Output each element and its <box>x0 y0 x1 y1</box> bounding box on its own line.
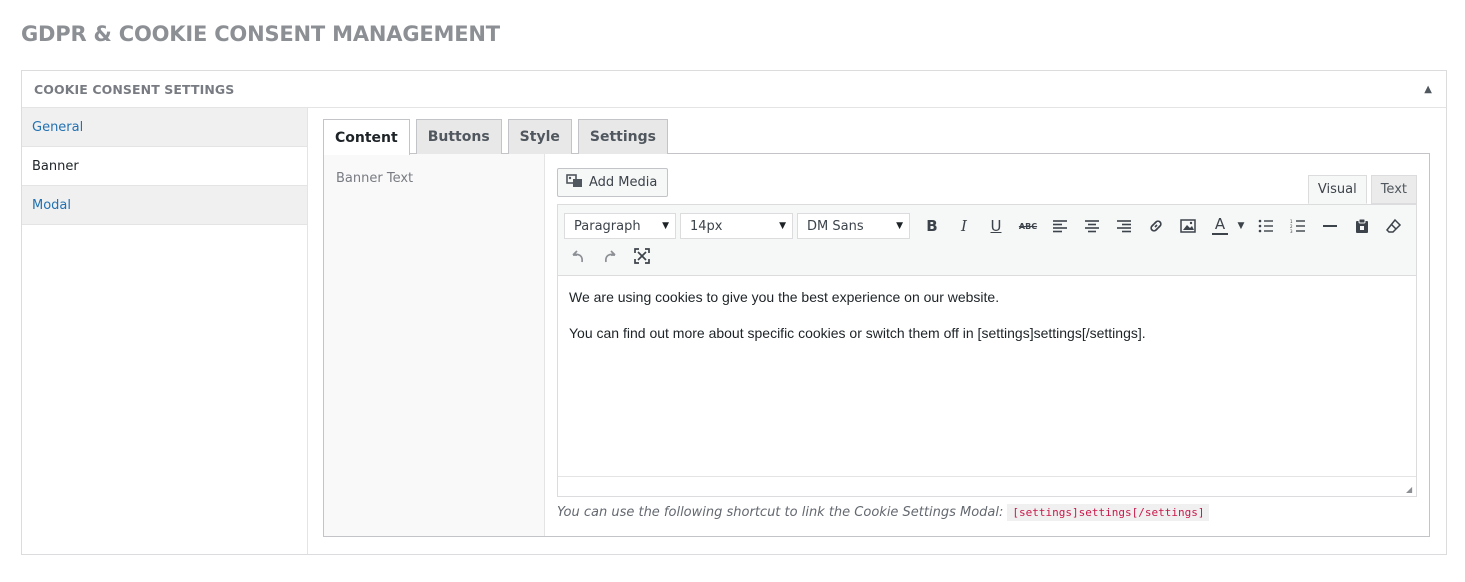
redo-icon[interactable] <box>596 242 624 270</box>
banner-text-label: Banner Text <box>336 171 414 186</box>
settings-sidebar: General Banner Modal <box>22 108 308 554</box>
bullet-list-icon[interactable] <box>1252 212 1280 240</box>
svg-text:3: 3 <box>1290 229 1293 233</box>
cookie-consent-settings-panel: COOKIE CONSENT SETTINGS ▲ General Banner… <box>21 70 1447 555</box>
italic-icon[interactable]: I <box>950 212 978 240</box>
align-right-icon[interactable] <box>1110 212 1138 240</box>
clear-formatting-icon[interactable] <box>1380 212 1408 240</box>
editor-tab-text[interactable]: Text <box>1370 175 1417 204</box>
format-select-value: Paragraph <box>574 218 641 234</box>
resize-handle-icon[interactable]: ◢ <box>1406 486 1414 494</box>
tab-panel-content: Banner Text Add Media Visual Text Paragr… <box>323 153 1430 537</box>
sidebar-item-banner[interactable]: Banner <box>22 147 307 186</box>
numbered-list-icon[interactable]: 123 <box>1284 212 1312 240</box>
page-title: GDPR & COOKIE CONSENT MANAGEMENT <box>21 22 500 46</box>
media-icon <box>566 173 583 193</box>
sidebar-item-general[interactable]: General <box>22 108 307 147</box>
editor-status-bar: ◢ <box>558 476 1416 496</box>
add-media-button[interactable]: Add Media <box>557 168 669 197</box>
align-left-icon[interactable] <box>1046 212 1074 240</box>
undo-icon[interactable] <box>564 242 592 270</box>
shortcut-hint-text: You can use the following shortcut to li… <box>557 505 1004 520</box>
editor-paragraph: We are using cookies to give you the bes… <box>569 289 1000 305</box>
editor-tab-visual[interactable]: Visual <box>1307 175 1367 204</box>
font-family-value: DM Sans <box>807 218 864 234</box>
bold-icon[interactable]: B <box>918 212 946 240</box>
paste-text-icon[interactable] <box>1348 212 1376 240</box>
add-media-label: Add Media <box>589 175 658 190</box>
fullscreen-icon[interactable] <box>628 242 656 270</box>
panel-header[interactable]: COOKIE CONSENT SETTINGS ▲ <box>22 71 1446 108</box>
tab-settings[interactable]: Settings <box>577 119 668 154</box>
text-color-dropdown-icon[interactable]: ▼ <box>1234 212 1248 240</box>
chevron-down-icon: ▼ <box>662 221 669 231</box>
shortcut-hint: You can use the following shortcut to li… <box>557 504 1417 521</box>
editor-toolbar: Paragraph ▼ 14px ▼ DM Sans ▼ B I U ABC A… <box>558 205 1416 276</box>
align-center-icon[interactable] <box>1078 212 1106 240</box>
sidebar-item-modal[interactable]: Modal <box>22 186 307 225</box>
rich-text-editor: Paragraph ▼ 14px ▼ DM Sans ▼ B I U ABC A… <box>557 204 1417 497</box>
tab-buttons[interactable]: Buttons <box>415 119 502 154</box>
tab-style[interactable]: Style <box>507 119 572 154</box>
underline-icon[interactable]: U <box>982 212 1010 240</box>
text-color-icon[interactable]: A <box>1206 212 1234 240</box>
editor-content-area[interactable]: We are using cookies to give you the bes… <box>558 276 1416 476</box>
font-size-value: 14px <box>690 218 723 234</box>
horizontal-line-icon[interactable] <box>1316 212 1344 240</box>
chevron-down-icon: ▼ <box>896 221 903 231</box>
link-icon[interactable] <box>1142 212 1170 240</box>
format-select[interactable]: Paragraph ▼ <box>564 213 676 239</box>
collapse-toggle-icon[interactable]: ▲ <box>1424 84 1432 95</box>
image-icon[interactable] <box>1174 212 1202 240</box>
shortcut-code: [settings]settings[/settings] <box>1007 504 1210 521</box>
panel-title: COOKIE CONSENT SETTINGS <box>34 81 235 97</box>
font-size-select[interactable]: 14px ▼ <box>680 213 793 239</box>
chevron-down-icon: ▼ <box>779 221 786 231</box>
content-tabs: Content Buttons Style Settings <box>323 119 1430 155</box>
tab-content[interactable]: Content <box>323 119 410 155</box>
font-family-select[interactable]: DM Sans ▼ <box>797 213 910 239</box>
strikethrough-icon[interactable]: ABC <box>1014 212 1042 240</box>
editor-paragraph: You can find out more about specific coo… <box>569 325 1146 342</box>
